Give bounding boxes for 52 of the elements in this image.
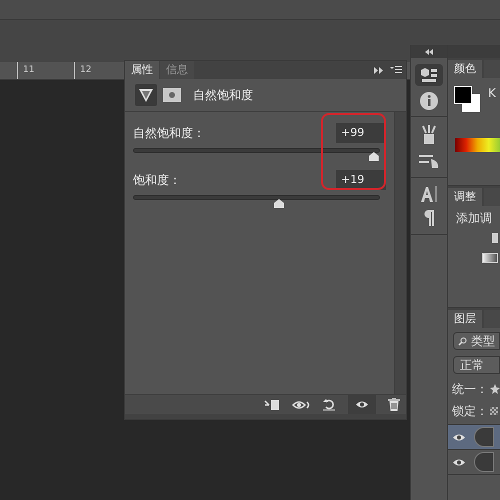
scrollbar[interactable]: [394, 112, 406, 394]
color-swatches[interactable]: [454, 86, 480, 112]
reset-icon[interactable]: [322, 398, 336, 411]
trash-icon[interactable]: [388, 398, 400, 411]
channel-label: K: [488, 85, 496, 102]
layer-row[interactable]: [448, 450, 500, 475]
clip-icon[interactable]: [264, 398, 280, 410]
layer-comps-button[interactable]: [415, 64, 443, 86]
ruler-label: 11: [23, 64, 34, 77]
ruler-label: 12: [80, 64, 92, 77]
tab[interactable]: 调整: [448, 188, 482, 206]
lock-label: 锁定：: [452, 403, 488, 420]
visibility-button[interactable]: [348, 395, 376, 414]
panel-hint: 添加调: [455, 210, 493, 227]
tab[interactable]: 颜色: [448, 60, 482, 78]
brush-presets-icon[interactable]: [419, 153, 439, 169]
lock-icon[interactable]: [490, 407, 498, 415]
paragraph-icon[interactable]: [424, 210, 434, 226]
tab[interactable]: 图层: [448, 310, 482, 328]
cube-icon: [420, 67, 438, 83]
slider-label: 自然饱和度：: [133, 125, 205, 142]
layer-thumbnail: [474, 427, 494, 447]
layer-thumbnail: [474, 452, 494, 472]
slider-thumb[interactable]: [368, 152, 379, 161]
brushes-icon[interactable]: [421, 125, 437, 145]
search-icon: [458, 336, 467, 346]
eye-icon[interactable]: [452, 458, 466, 466]
slider-track[interactable]: [133, 148, 380, 161]
mask-icon: [163, 88, 181, 102]
blend-mode-dropdown[interactable]: 正常: [453, 356, 500, 374]
menu-icon[interactable]: [390, 66, 402, 74]
info-icon[interactable]: [420, 92, 438, 110]
panel-title: 自然饱和度: [193, 87, 253, 104]
eye-icon[interactable]: [452, 432, 466, 442]
ruler-tick: [74, 62, 75, 79]
exposure-icon[interactable]: [482, 253, 498, 263]
unify-label: 统一：: [452, 381, 488, 398]
character-icon[interactable]: [421, 186, 437, 202]
eye-arrow-icon[interactable]: [292, 398, 310, 410]
ruler-tick: [17, 62, 18, 79]
expand-icon[interactable]: [374, 67, 384, 74]
slider-track[interactable]: [133, 195, 380, 208]
slider-thumb[interactable]: [274, 199, 284, 208]
search-field[interactable]: 类型: [453, 332, 500, 350]
value-field[interactable]: +99: [336, 123, 386, 143]
unify-icon[interactable]: [490, 384, 500, 394]
color-spectrum[interactable]: [455, 138, 500, 152]
tab[interactable]: 属性: [125, 61, 159, 79]
layer-row[interactable]: [448, 425, 500, 450]
slider-label: 饱和度：: [133, 172, 181, 189]
eye-icon: [355, 400, 369, 409]
collapse-icon[interactable]: [425, 48, 433, 54]
